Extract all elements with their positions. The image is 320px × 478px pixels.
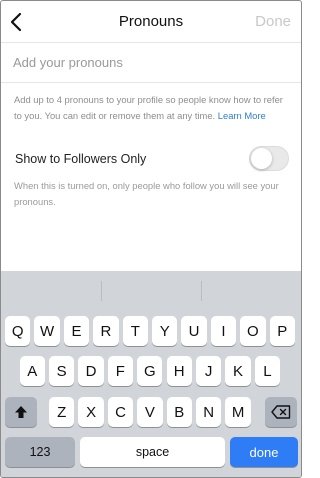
keyboard: QWERTYUIOP ASDFGHJKL ZXCVBNM 123 space d… <box>1 271 301 477</box>
key-k[interactable]: K <box>225 356 251 386</box>
toggle-knob <box>251 148 272 169</box>
key-j[interactable]: J <box>195 356 222 386</box>
space-key[interactable]: space <box>80 437 225 467</box>
key-o[interactable]: O <box>240 316 266 346</box>
key-m[interactable]: M <box>225 397 251 427</box>
key-d[interactable]: D <box>78 356 104 386</box>
key-c[interactable]: C <box>107 397 134 427</box>
key-z[interactable]: Z <box>49 397 75 427</box>
key-u[interactable]: U <box>181 316 207 346</box>
done-button[interactable]: Done <box>255 13 291 30</box>
suggestion-divider <box>201 281 202 301</box>
key-h[interactable]: H <box>166 356 192 386</box>
pronouns-input[interactable] <box>1 43 301 83</box>
key-x[interactable]: X <box>78 397 104 427</box>
key-b[interactable]: B <box>166 397 192 427</box>
key-a[interactable]: A <box>19 356 45 386</box>
key-n[interactable]: N <box>196 397 222 427</box>
delete-key[interactable] <box>265 397 297 427</box>
followers-only-toggle[interactable] <box>249 146 289 171</box>
shift-key[interactable] <box>5 397 37 427</box>
pronouns-help-text: Add up to 4 pronouns to your profile so … <box>14 92 290 124</box>
nav-header: Pronouns Done <box>1 1 301 43</box>
key-v[interactable]: V <box>137 397 163 427</box>
key-t[interactable]: T <box>122 316 148 346</box>
key-i[interactable]: I <box>210 316 237 346</box>
followers-only-help: When this is turned on, only people who … <box>14 180 279 207</box>
key-w[interactable]: W <box>34 316 60 346</box>
key-l[interactable]: L <box>254 356 281 386</box>
followers-only-label: Show to Followers Only <box>15 152 147 166</box>
key-f[interactable]: F <box>107 356 134 386</box>
shift-icon <box>15 406 27 418</box>
screen: Pronouns Done Add up to 4 pronouns to yo… <box>0 0 302 478</box>
suggestion-divider <box>101 281 102 301</box>
key-g[interactable]: G <box>137 356 163 386</box>
key-s[interactable]: S <box>48 356 75 386</box>
key-p[interactable]: P <box>269 316 295 346</box>
suggestion-bar <box>1 271 301 309</box>
numbers-key[interactable]: 123 <box>5 437 75 467</box>
backspace-icon <box>271 405 291 419</box>
keyboard-done-key[interactable]: done <box>230 437 298 467</box>
key-q[interactable]: Q <box>5 316 31 346</box>
learn-more-link[interactable]: Learn More <box>218 110 266 121</box>
key-r[interactable]: R <box>93 316 119 346</box>
followers-only-row: Show to Followers Only <box>1 144 301 174</box>
key-e[interactable]: E <box>63 316 90 346</box>
key-y[interactable]: Y <box>152 316 178 346</box>
